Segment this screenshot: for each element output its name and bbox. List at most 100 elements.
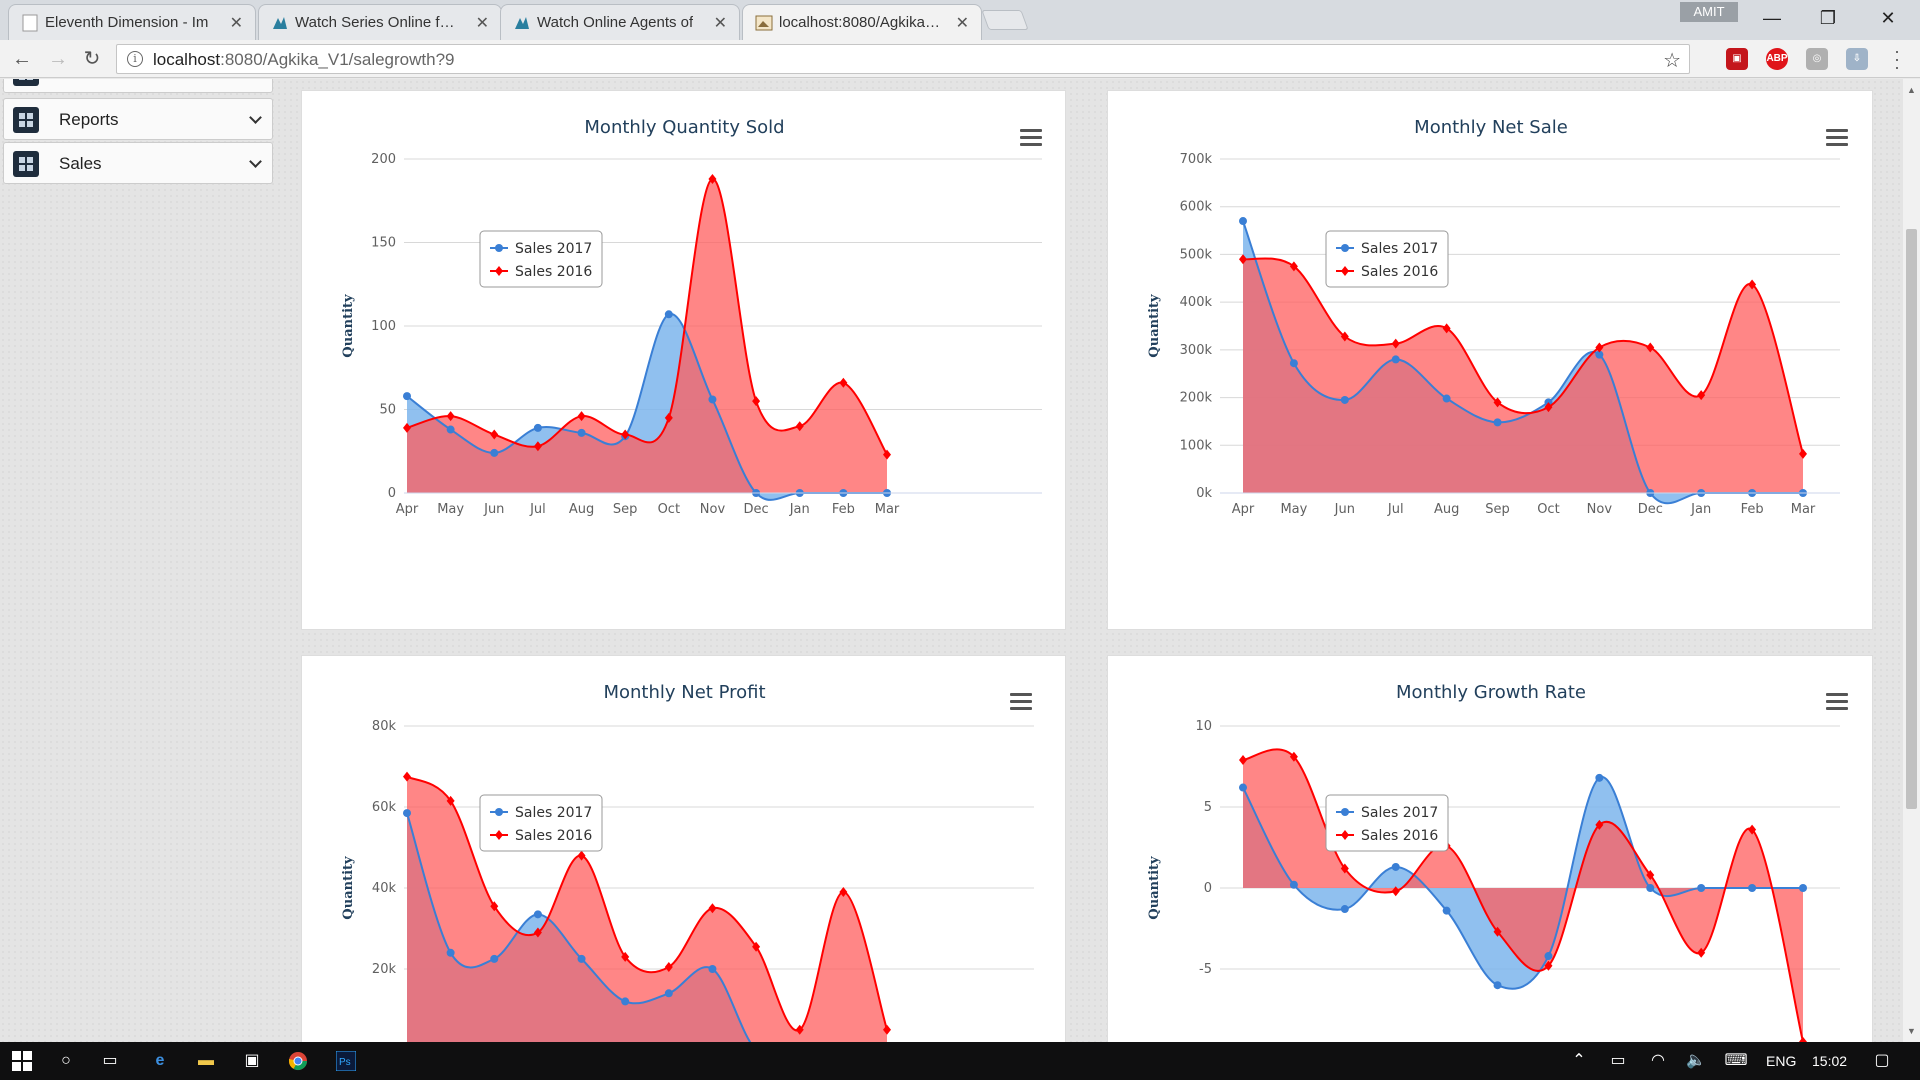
chart-monthly-growth-rate: Monthly Growth RateQuantity-50510AprMayJ… [1107, 655, 1873, 1042]
browser-tab-4[interactable]: localhost:8080/Agkika_V ✕ [742, 4, 982, 40]
x-tick-label: Jan [1690, 502, 1711, 517]
photoshop-icon[interactable]: Ps [332, 1048, 360, 1074]
data-point [708, 965, 717, 973]
browser-menu-icon[interactable]: · · · [1892, 42, 1902, 76]
y-tick-label: 5 [1204, 800, 1212, 815]
close-icon[interactable]: ✕ [476, 13, 489, 33]
page-scrollbar[interactable]: ▲ ▼ [1903, 79, 1920, 1042]
adblock-icon[interactable]: ABP [1766, 48, 1788, 70]
edge-browser-icon[interactable]: e [146, 1048, 174, 1074]
chart-legend: Sales 2017 Sales 2016 [1325, 794, 1449, 852]
grid-icon [13, 79, 39, 86]
grid-icon [13, 107, 39, 133]
y-axis-label: Quantity [341, 856, 356, 920]
legend-label: Sales 2017 [1361, 241, 1438, 257]
data-point [533, 910, 542, 919]
data-point [1544, 952, 1553, 961]
data-point [1289, 880, 1298, 889]
chart-menu-icon[interactable] [1010, 693, 1032, 711]
data-point [1442, 906, 1451, 915]
chevron-up-icon[interactable]: ⌃ [1565, 1048, 1593, 1074]
y-tick-label: 80k [372, 719, 397, 734]
profile-badge[interactable]: AMIT [1680, 2, 1738, 22]
legend-label: Sales 2016 [1361, 264, 1438, 280]
back-arrow-icon[interactable]: ← [8, 46, 36, 72]
volume-icon[interactable]: 🔈 [1682, 1048, 1710, 1074]
x-tick-label: Dec [1638, 502, 1663, 517]
y-tick-label: 60k [372, 800, 397, 815]
plot-area [1239, 748, 1807, 1042]
browser-tab-2[interactable]: Watch Series Online for f ✕ [258, 4, 502, 40]
x-tick-label: May [437, 502, 464, 517]
chart-title: Monthly Net Profit [603, 682, 765, 703]
browser-tab-3[interactable]: Watch Online Agents of ✕ [500, 4, 740, 40]
scrollbar-thumb[interactable] [1906, 229, 1917, 809]
bookmark-star-icon[interactable]: ☆ [1663, 48, 1681, 73]
minimize-icon[interactable]: — [1752, 6, 1792, 30]
battery-icon[interactable]: ▭ [1604, 1048, 1632, 1074]
notifications-icon[interactable]: ▢ [1868, 1048, 1896, 1074]
data-point [577, 954, 586, 963]
chart-menu-icon[interactable] [1826, 129, 1848, 147]
info-icon[interactable]: i [127, 51, 143, 67]
download-extension-icon[interactable]: ⇩ [1846, 48, 1868, 70]
y-tick-label: 500k [1180, 247, 1213, 262]
new-tab-button[interactable] [981, 10, 1029, 30]
data-point [1799, 884, 1807, 892]
windows-start-icon[interactable] [8, 1048, 36, 1074]
y-tick-label: 10 [1195, 719, 1212, 734]
data-point [1493, 418, 1502, 427]
x-tick-label: Oct [658, 502, 680, 517]
close-icon[interactable]: ✕ [956, 13, 969, 33]
keyboard-icon[interactable]: ⌨ [1722, 1048, 1750, 1074]
chrome-icon[interactable] [284, 1048, 312, 1074]
y-tick-label: 20k [372, 962, 397, 977]
store-icon[interactable]: ▣ [238, 1048, 266, 1074]
chart-legend: Sales 2017 Sales 2016 [1325, 230, 1449, 288]
y-tick-label: 100k [1180, 438, 1213, 453]
data-point [1391, 355, 1400, 364]
chart-svg: Monthly Net ProfitQuantity20k40k60k80kAp… [341, 682, 1034, 1042]
plot-area [403, 174, 891, 501]
chart-monthly-net-sale: Monthly Net Sale Quantity 0k 100k 200k 300k 40… [1107, 90, 1873, 630]
scroll-down-icon[interactable]: ▼ [1903, 1024, 1920, 1038]
x-tick-label: May [1280, 502, 1307, 517]
restore-icon[interactable]: ❐ [1808, 6, 1848, 30]
legend-label: Sales 2017 [515, 241, 592, 257]
data-point [1595, 773, 1604, 782]
language-indicator[interactable]: ENG [1766, 1053, 1796, 1069]
x-tick-label: Aug [569, 502, 594, 517]
wifi-icon[interactable]: ◠ [1644, 1048, 1672, 1074]
file-explorer-icon[interactable]: ▬ [192, 1048, 220, 1074]
plot-area [1239, 217, 1807, 505]
sidebar-item-hidden[interactable] [3, 79, 273, 93]
clock[interactable]: 15:02 [1812, 1053, 1847, 1069]
data-point [490, 448, 499, 457]
chart-menu-icon[interactable] [1020, 129, 1042, 147]
extension-gray-icon[interactable]: ◎ [1806, 48, 1828, 70]
sidebar-item-reports[interactable]: Reports [3, 98, 273, 140]
y-axis-label: Quantity [1147, 856, 1162, 920]
y-tick-label: 150 [371, 236, 396, 251]
tab-title: Watch Online Agents of [537, 14, 694, 31]
task-view-icon[interactable]: ▭ [96, 1048, 124, 1074]
forward-arrow-icon[interactable]: → [44, 46, 72, 72]
legend-label: Sales 2016 [515, 264, 592, 280]
y-tick-label: 50 [379, 403, 396, 418]
x-tick-label: Mar [1791, 502, 1816, 517]
image-icon [755, 14, 773, 32]
chart-menu-icon[interactable] [1826, 693, 1848, 711]
close-icon[interactable]: ✕ [714, 13, 727, 33]
close-icon[interactable]: ✕ [230, 13, 243, 33]
sidebar-item-sales[interactable]: Sales [3, 142, 273, 184]
y-tick-label: 0k [1196, 486, 1212, 501]
browser-tab-1[interactable]: Eleventh Dimension - Im ✕ [8, 4, 256, 40]
browser-tab-strip: Eleventh Dimension - Im ✕ Watch Series O… [0, 0, 1920, 40]
search-icon[interactable]: ○ [52, 1048, 80, 1074]
extension-train-icon[interactable]: ▣ [1726, 48, 1748, 70]
sidebar-item-label: Reports [59, 110, 119, 129]
close-window-icon[interactable]: ✕ [1868, 6, 1908, 30]
reload-icon[interactable]: ↻ [78, 46, 106, 72]
address-bar[interactable]: i localhost:8080/Agkika_V1/salegrowth?9 … [116, 44, 1690, 74]
scroll-up-icon[interactable]: ▲ [1903, 83, 1920, 97]
